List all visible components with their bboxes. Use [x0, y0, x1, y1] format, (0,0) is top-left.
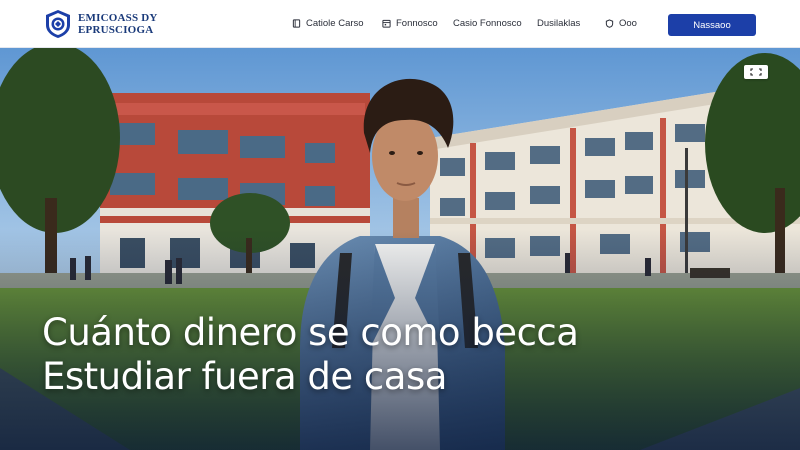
nav-item-ooo[interactable]: Ooo — [605, 18, 637, 29]
logo-line-2: EPRUSCIOGA — [78, 23, 154, 36]
logo-text: EMICOASS DY EPRUSCIOGA — [78, 12, 158, 36]
shield-crest-icon — [46, 9, 70, 38]
nav-item-catiole-carso[interactable]: Catiole Carso — [292, 18, 364, 29]
nav-label: Dusilaklas — [537, 18, 581, 29]
nav-label: Catiole Carso — [306, 18, 364, 29]
hero-banner: Cuánto dinero se como becca Estudiar fue… — [0, 48, 800, 450]
nav-item-casio-fonnosco[interactable]: Casio Fonnosco — [453, 18, 522, 29]
book-icon — [292, 19, 301, 28]
cta-button[interactable]: Nassaoo — [668, 14, 756, 36]
nav-item-fonnosco[interactable]: Fonnosco — [382, 18, 438, 29]
info-icon — [605, 19, 614, 28]
expand-icon — [750, 68, 762, 76]
headline-line-1: Cuánto dinero se como becca — [42, 311, 579, 354]
headline-line-2: Estudiar fuera de casa — [42, 355, 447, 398]
site-header: EMICOASS DY EPRUSCIOGA Catiole Carso Fon… — [0, 0, 800, 48]
calendar-icon — [382, 19, 391, 28]
nav-label: Casio Fonnosco — [453, 18, 522, 29]
nav-item-dusilaklas[interactable]: Dusilaklas — [537, 18, 580, 29]
hero-headline: Cuánto dinero se como becca Estudiar fue… — [42, 311, 579, 399]
site-logo[interactable]: EMICOASS DY EPRUSCIOGA — [44, 9, 158, 39]
expand-button[interactable] — [744, 65, 768, 79]
nav-label: Ooo — [619, 18, 637, 29]
nav-label: Fonnosco — [396, 18, 438, 29]
logo-line-1: EMICOASS DY — [78, 11, 158, 24]
